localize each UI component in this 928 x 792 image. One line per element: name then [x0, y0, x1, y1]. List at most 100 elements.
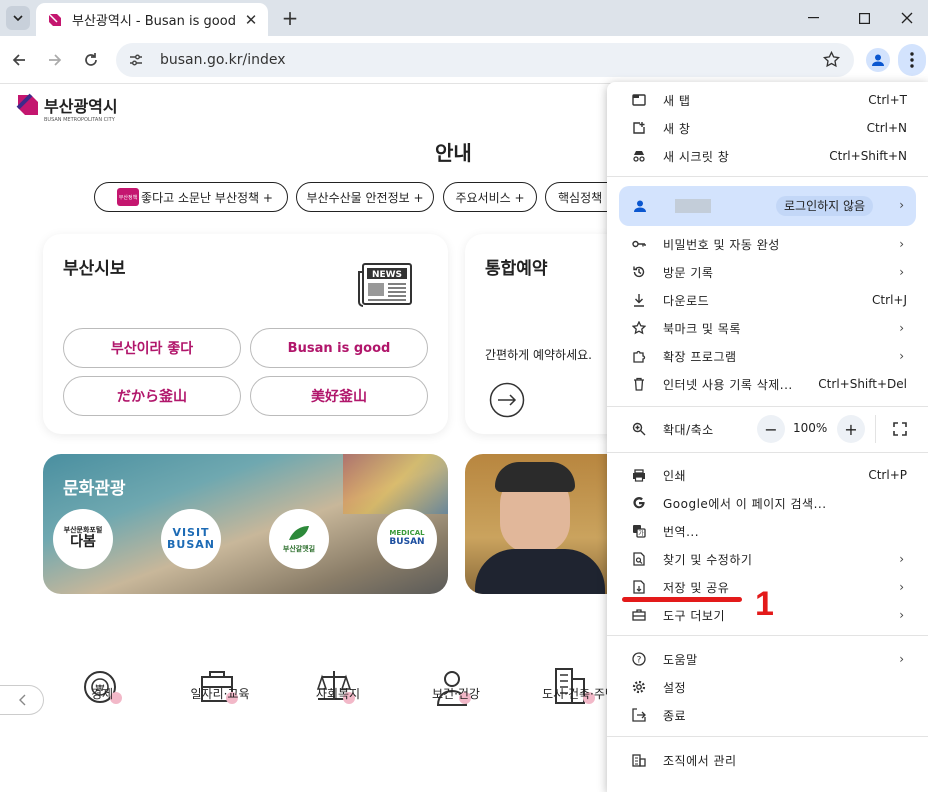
menu-translate[interactable]: 가 번역... [607, 517, 928, 545]
blurred-account-name [675, 199, 711, 213]
menu-settings[interactable]: 설정 [607, 673, 928, 701]
menu-account-row[interactable]: 로그인하지 않음 › [619, 186, 916, 226]
site-info-icon[interactable] [128, 52, 144, 68]
medical-label-2: BUSAN [389, 536, 425, 547]
translate-icon: 가 [632, 524, 646, 538]
print-label: 인쇄 [663, 468, 687, 483]
pill-busan-policy[interactable]: 부산정책 좋다고 소문난 부산정책 + [94, 182, 288, 212]
find-page-icon [632, 552, 646, 566]
menu-new-window[interactable]: 새 창 Ctrl+N [607, 114, 928, 142]
close-tab-icon[interactable]: ✕ [242, 11, 260, 29]
site-logo[interactable]: 부산광역시 BUSAN METROPOLITAN CITY [16, 93, 118, 123]
person-icon [634, 200, 646, 212]
menu-print[interactable]: 인쇄 Ctrl+P [607, 461, 928, 489]
print-shortcut: Ctrl+P [868, 468, 907, 482]
person-icon [872, 54, 884, 66]
culture-tourism-banner[interactable]: 문화관광 부산문화포털 다봄 VISIT BUSAN 부산갈맷길 MEDICAL BU… [43, 454, 448, 594]
maximize-icon [858, 12, 870, 24]
back-button[interactable] [7, 48, 31, 72]
chevron-right-icon: › [899, 237, 904, 251]
minimize-button[interactable] [790, 0, 836, 36]
forward-button[interactable] [43, 48, 67, 72]
menu-extensions[interactable]: 확장 프로그램 › [607, 342, 928, 370]
circle-visit-busan[interactable]: VISIT BUSAN [161, 509, 221, 569]
chevron-right-icon: › [899, 580, 904, 594]
category-economy[interactable]: 경제 [52, 685, 152, 702]
new-window-icon [632, 121, 646, 135]
zoom-in-button[interactable]: + [837, 415, 865, 443]
zoom-value: 100% [793, 421, 828, 435]
arrow-right-icon [49, 54, 62, 66]
minimize-icon [807, 17, 819, 19]
active-tab[interactable]: 부산광역시 - Busan is good ✕ [36, 3, 268, 36]
new-tab-button[interactable]: + [278, 6, 302, 30]
circle-medical-busan[interactable]: MEDICAL BUSAN [377, 509, 437, 569]
address-bar[interactable]: busan.go.kr/index [116, 43, 854, 77]
sibo-button-korean[interactable]: 부산이라 좋다 [63, 328, 241, 368]
maximize-button[interactable] [841, 0, 887, 36]
reload-button[interactable] [79, 48, 103, 72]
menu-exit[interactable]: 종료 [607, 701, 928, 729]
menu-incognito[interactable]: 새 시크릿 창 Ctrl+Shift+N [607, 142, 928, 170]
category-social-welfare[interactable]: 사회복지 [288, 685, 388, 702]
help-label: 도움말 [663, 652, 698, 667]
annotation-underline [622, 597, 742, 602]
menu-divider [607, 406, 928, 407]
zoom-out-button[interactable]: − [757, 415, 785, 443]
new-window-shortcut: Ctrl+N [866, 121, 907, 135]
sibo-button-chinese[interactable]: 美好釜山 [250, 376, 428, 416]
menu-downloads[interactable]: 다운로드 Ctrl+J [607, 286, 928, 314]
incognito-shortcut: Ctrl+Shift+N [829, 149, 907, 163]
menu-divider [607, 736, 928, 737]
menu-clear-browsing-data[interactable]: 인터넷 사용 기록 삭제... Ctrl+Shift+Del [607, 370, 928, 398]
arrow-circle-icon[interactable] [489, 382, 525, 418]
downloads-label: 다운로드 [663, 293, 710, 308]
busan-logo-icon [16, 93, 38, 115]
tab-search-button[interactable] [6, 6, 30, 30]
organization-icon [632, 753, 646, 767]
pill-seafood-safety[interactable]: 부산수산물 안전정보 + [296, 182, 434, 212]
busan-favicon-icon [48, 12, 61, 26]
new-window-label: 새 창 [663, 121, 691, 136]
carousel-prev-button[interactable] [0, 685, 44, 715]
menu-passwords[interactable]: 비밀번호 및 자동 완성 › [607, 230, 928, 258]
history-icon [632, 265, 646, 279]
url-text[interactable]: busan.go.kr/index [160, 52, 286, 68]
pill-label: 좋다고 소문난 부산정책 + [141, 190, 273, 205]
category-health[interactable]: 보건·건강 [406, 685, 506, 702]
category-jobs-education[interactable]: 일자리·교육 [170, 685, 270, 702]
fullscreen-button[interactable] [886, 415, 914, 443]
reservation-desc: 간편하게 예약하세요. [485, 348, 592, 362]
menu-new-tab[interactable]: 새 탭 Ctrl+T [607, 86, 928, 114]
circle-dabom[interactable]: 부산문화포털 다봄 [53, 509, 113, 569]
translate-label: 번역... [663, 524, 700, 539]
passwords-label: 비밀번호 및 자동 완성 [663, 237, 780, 252]
extensions-label: 확장 프로그램 [663, 349, 737, 364]
chevron-left-icon [18, 694, 25, 706]
svg-text:가: 가 [638, 530, 644, 538]
menu-history[interactable]: 방문 기록 › [607, 258, 928, 286]
close-window-button[interactable] [884, 0, 928, 36]
newspaper-icon: NEWS [358, 263, 412, 307]
google-search-label: Google에서 이 페이지 검색... [663, 496, 827, 511]
exit-label: 종료 [663, 708, 687, 723]
culture-title: 문화관광 [63, 479, 126, 499]
menu-google-search[interactable]: Google에서 이 페이지 검색... [607, 489, 928, 517]
sibo-button-english[interactable]: Busan is good [250, 328, 428, 368]
menu-find-edit[interactable]: 찾기 및 수정하기 › [607, 545, 928, 573]
sibo-button-japanese[interactable]: だから釜山 [63, 376, 241, 416]
chevron-right-icon: › [899, 652, 904, 666]
account-status: 로그인하지 않음 [776, 196, 874, 216]
menu-managed-by-org[interactable]: 조직에서 관리 [607, 746, 928, 774]
star-icon [632, 321, 646, 335]
pill-main-services[interactable]: 주요서비스 + [443, 182, 537, 212]
circle-galmaetgil[interactable]: 부산갈맷길 [269, 509, 329, 569]
profile-button[interactable] [866, 48, 890, 72]
menu-bookmarks[interactable]: 북마크 및 목록 › [607, 314, 928, 342]
menu-help[interactable]: ? 도움말 › [607, 645, 928, 673]
new-tab-shortcut: Ctrl+T [868, 93, 907, 107]
chrome-menu-button[interactable] [898, 44, 926, 76]
bookmark-star-icon[interactable] [823, 51, 840, 68]
galmaetgil-label: 부산갈맷길 [282, 545, 316, 554]
new-tab-label: 새 탭 [663, 93, 691, 108]
